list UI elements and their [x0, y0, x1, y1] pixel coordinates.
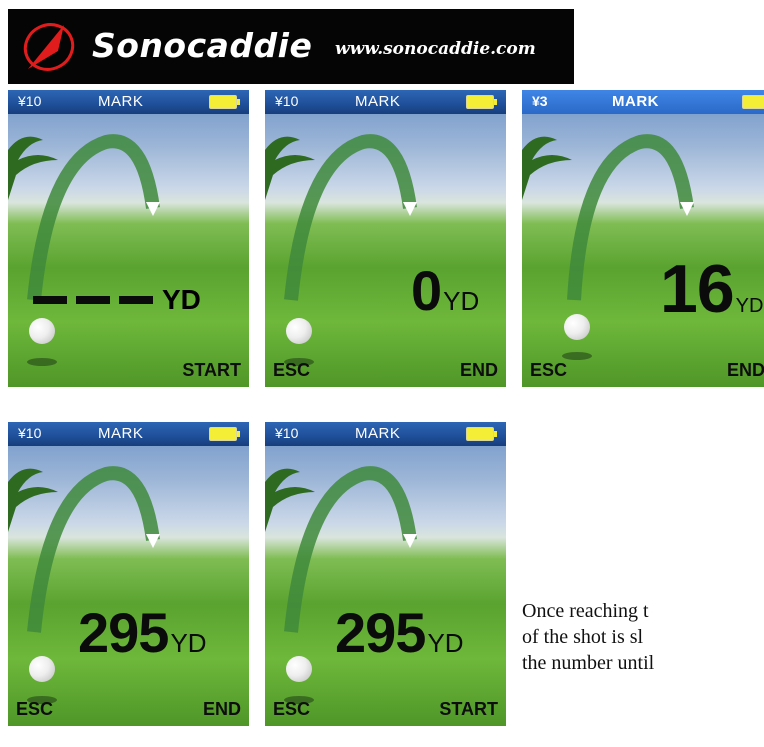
distance-value: 295 [335, 601, 426, 664]
esc-softkey[interactable]: ESC [273, 699, 310, 720]
end-softkey[interactable]: END [460, 360, 498, 381]
device-screen-1: ¥10 MARK YD START [8, 90, 249, 387]
brand-url: www.sonocaddie.com [335, 39, 536, 59]
device-screen-4: ¥10 MARK 295YD ESC END [8, 422, 249, 726]
golf-ball-icon [286, 656, 312, 682]
caption-line-3: the number until [522, 652, 655, 674]
device-screen-2: ¥10 MARK 0YD ESC END [265, 90, 506, 387]
ball-shadow [27, 358, 57, 366]
distance-readout: 295YD [78, 600, 207, 665]
esc-softkey[interactable]: ESC [273, 360, 310, 381]
distance-readout: 16 YD [660, 250, 763, 328]
golf-ball-icon [29, 318, 55, 344]
brand-name: Sonocaddie [92, 26, 313, 65]
sonocaddie-logo-icon [23, 23, 75, 71]
brand-banner: Sonocaddie www.sonocaddie.com [8, 9, 574, 84]
end-softkey[interactable]: END [203, 699, 241, 720]
caption-line-1: Once reaching t [522, 600, 649, 622]
golf-ball-icon [29, 656, 55, 682]
distance-unit: YD [170, 628, 207, 658]
device-screen-5: ¥10 MARK 295YD ESC START [265, 422, 506, 726]
device-screen-3: ¥3 MARK 16 YD ESC END [522, 90, 764, 387]
distance-readout: 295YD [335, 600, 464, 665]
start-softkey[interactable]: START [182, 360, 241, 381]
caption-line-2: of the shot is sl [522, 626, 644, 648]
distance-value: 295 [78, 601, 169, 664]
esc-softkey[interactable]: ESC [530, 360, 567, 381]
golf-ball-icon [564, 314, 590, 340]
distance-value: 16 [660, 251, 735, 327]
esc-softkey[interactable]: ESC [16, 699, 53, 720]
distance-unit: YD [443, 286, 480, 316]
distance-unit: YD [427, 628, 464, 658]
ball-shadow [562, 352, 592, 360]
shot-arc-icon [567, 134, 694, 301]
distance-value: 0 [411, 259, 442, 322]
golf-ball-icon [286, 318, 312, 344]
distance-placeholder: YD [33, 284, 201, 316]
distance-unit: YD [735, 295, 764, 317]
distance-readout: 0YD [411, 258, 479, 323]
end-softkey[interactable]: END [727, 360, 764, 381]
start-softkey[interactable]: START [439, 699, 498, 720]
caption-text: Once reaching t of the shot is sl the nu… [522, 598, 764, 676]
